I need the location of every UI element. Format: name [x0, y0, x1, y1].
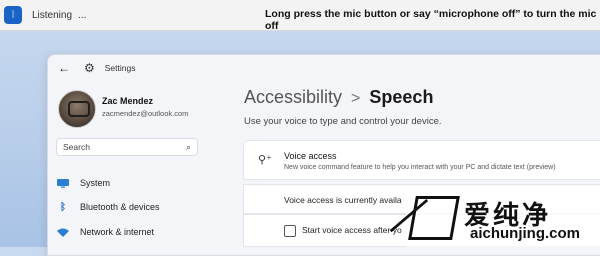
- user-avatar[interactable]: [58, 90, 96, 128]
- voice-access-status: Voice access is currently availa: [284, 195, 402, 205]
- voice-access-icon: ⚲⁺: [258, 154, 272, 166]
- page-description: Use your voice to type and control your …: [244, 116, 442, 127]
- watermark-logo-icon: [408, 196, 460, 240]
- user-name: Zac Mendez: [102, 96, 154, 106]
- search-icon: ⌕: [185, 141, 191, 152]
- listening-dots: ...: [78, 9, 87, 21]
- listening-status: Listening: [32, 9, 73, 21]
- voice-access-bar: ⦚ Listening ... Long press the mic butto…: [0, 0, 600, 32]
- breadcrumb: Accessibility > Speech: [244, 87, 433, 108]
- sidebar-item-label: Bluetooth & devices: [80, 202, 160, 212]
- watermark: 爱纯净 aichunjing.com: [406, 190, 600, 247]
- window-title: Settings: [104, 63, 136, 73]
- watermark-url: aichunjing.com: [470, 225, 581, 242]
- voice-hint-text: Long press the mic button or say “microp…: [265, 8, 597, 32]
- microphone-button[interactable]: ⦚: [4, 6, 22, 24]
- start-voice-access-label: Start voice access after yo: [302, 225, 402, 235]
- window-titlebar: ← ⚙ Settings: [58, 61, 135, 75]
- voice-access-card[interactable]: ⚲⁺ Voice access New voice command featur…: [243, 140, 600, 180]
- bluetooth-icon: ᛒ: [60, 201, 66, 213]
- page-title: Speech: [369, 87, 434, 107]
- search-input[interactable]: Search ⌕: [56, 138, 198, 156]
- sidebar-item-bluetooth[interactable]: ᛒ Bluetooth & devices: [56, 201, 160, 213]
- back-arrow-icon[interactable]: ←: [58, 61, 74, 75]
- gear-icon: ⚙: [84, 61, 95, 75]
- start-voice-access-checkbox[interactable]: [284, 225, 296, 237]
- search-placeholder: Search: [63, 142, 90, 152]
- breadcrumb-parent[interactable]: Accessibility: [244, 87, 342, 107]
- voice-access-description: New voice command feature to help you in…: [284, 164, 556, 171]
- sidebar-item-label: Network & internet: [80, 227, 155, 237]
- user-email: zacmendez@outlook.com: [102, 109, 189, 118]
- sidebar-item-label: System: [80, 178, 111, 188]
- breadcrumb-separator: >: [351, 90, 361, 107]
- sidebar-item-system[interactable]: System: [56, 177, 110, 189]
- microphone-icon: ⦚: [11, 9, 15, 21]
- sidebar-item-network[interactable]: Network & internet: [56, 226, 154, 238]
- monitor-icon: [56, 177, 70, 189]
- voice-access-title: Voice access: [284, 151, 337, 161]
- wifi-icon: [56, 226, 70, 238]
